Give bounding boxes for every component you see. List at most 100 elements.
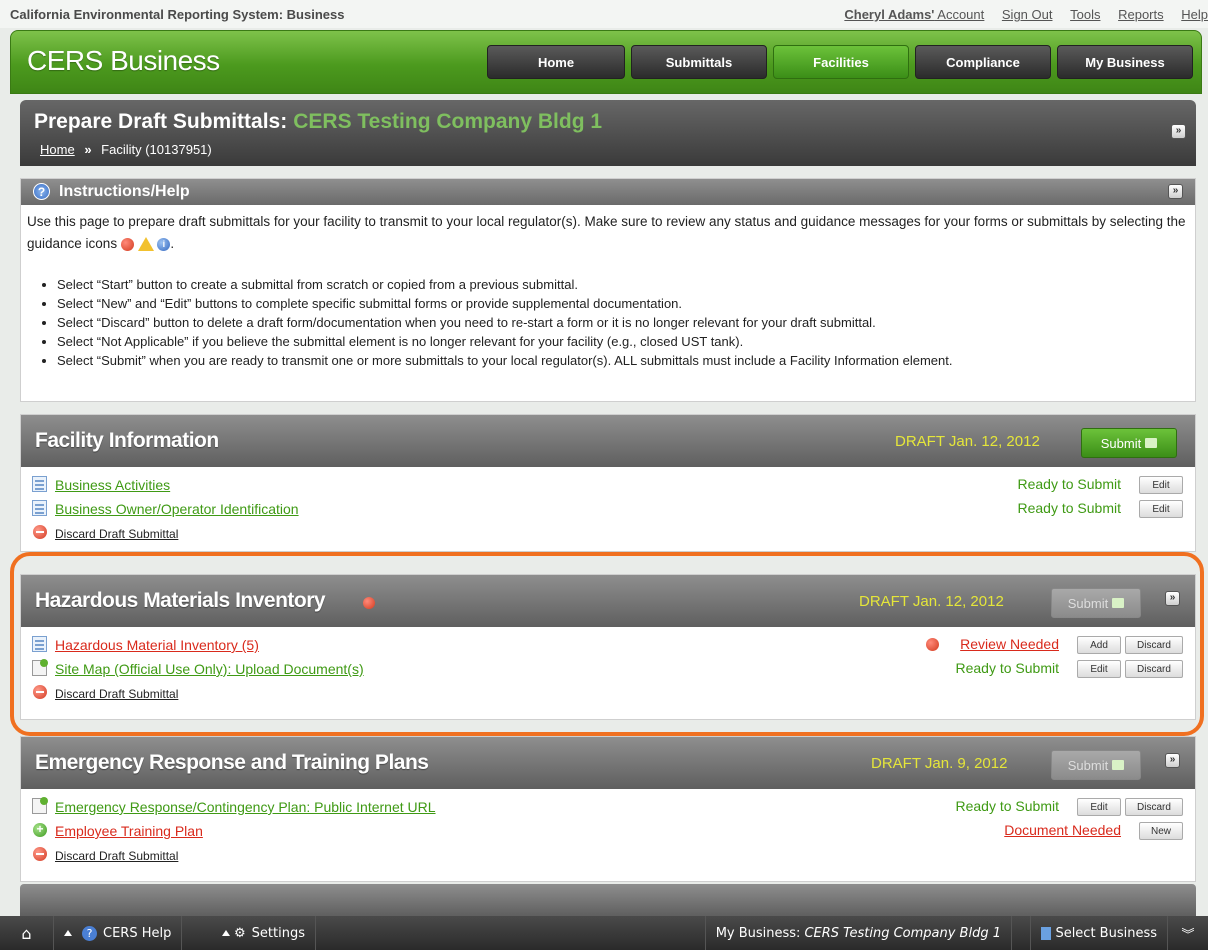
discard-button[interactable]: Discard xyxy=(1125,660,1183,678)
collapse-icon[interactable]: » xyxy=(1168,184,1183,199)
discard-draft-link[interactable]: Discard Draft Submittal xyxy=(55,687,178,701)
instructions-panel: ? Instructions/Help » Use this page to p… xyxy=(20,178,1196,402)
edit-button[interactable]: Edit xyxy=(1139,476,1183,494)
add-icon: + xyxy=(33,823,47,837)
list-item: Select “Discard” button to delete a draf… xyxy=(57,313,1189,332)
list-item: Select “Not Applicable” if you believe t… xyxy=(57,332,1189,351)
submit-icon xyxy=(1112,760,1125,770)
discard-icon xyxy=(33,847,47,861)
breadcrumb-home[interactable]: Home xyxy=(40,142,75,157)
bottom-toolbar: ⌂ ? CERS Help ⚙ Settings My Business: CER… xyxy=(0,916,1208,950)
breadcrumb-current: Facility (10137951) xyxy=(101,142,212,157)
nav-home[interactable]: Home xyxy=(487,45,625,79)
nav-my-business[interactable]: My Business xyxy=(1057,45,1193,79)
edit-button[interactable]: Edit xyxy=(1077,798,1121,816)
help-icon: ? xyxy=(82,925,97,941)
list-item: Select “Start” button to create a submit… xyxy=(57,275,1189,294)
reports-link[interactable]: Reports xyxy=(1118,7,1164,22)
status-text[interactable]: Document Needed xyxy=(1004,822,1121,838)
list-item: Emergency Response/Contingency Plan: Pub… xyxy=(21,795,1195,819)
section-hazardous-materials: Hazardous Materials Inventory DRAFT Jan.… xyxy=(20,574,1196,720)
section-facility-information: Facility Information DRAFT Jan. 12, 2012… xyxy=(20,414,1196,552)
list-item: Select “Submit” when you are ready to tr… xyxy=(57,351,1189,370)
list-item: Select “New” and “Edit” buttons to compl… xyxy=(57,294,1189,313)
section-header: Hazardous Materials Inventory DRAFT Jan.… xyxy=(21,575,1195,627)
discard-draft-link[interactable]: Discard Draft Submittal xyxy=(55,527,178,541)
document-link[interactable]: Site Map (Official Use Only): Upload Doc… xyxy=(55,661,364,677)
collapse-icon[interactable]: » xyxy=(1171,124,1186,139)
status-text: Ready to Submit xyxy=(955,798,1060,814)
discard-draft-link[interactable]: Discard Draft Submittal xyxy=(55,849,178,863)
warning-icon xyxy=(137,237,154,252)
edit-button[interactable]: Edit xyxy=(1139,500,1183,518)
section-header: Emergency Response and Training Plans DR… xyxy=(21,737,1195,789)
breadcrumb-separator: » xyxy=(84,142,92,157)
help-link[interactable]: Help xyxy=(1181,7,1208,22)
select-business-button[interactable]: Select Business xyxy=(1030,916,1168,950)
error-icon[interactable] xyxy=(363,597,375,609)
status-text: Ready to Submit xyxy=(1017,476,1122,492)
document-icon xyxy=(32,797,48,814)
status-text[interactable]: Review Needed xyxy=(960,636,1059,652)
section-title: Facility Information xyxy=(35,429,219,452)
system-title: California Environmental Reporting Syste… xyxy=(10,7,345,22)
section-header: Facility Information DRAFT Jan. 12, 2012… xyxy=(21,415,1195,467)
system-topbar: California Environmental Reporting Syste… xyxy=(0,0,1208,28)
form-link[interactable]: Business Activities xyxy=(55,477,170,493)
settings-button[interactable]: ⚙ Settings xyxy=(212,916,316,950)
collapse-icon[interactable]: » xyxy=(1165,753,1180,768)
form-icon xyxy=(32,636,47,652)
nav-compliance[interactable]: Compliance xyxy=(915,45,1051,79)
facility-name: CERS Testing Company Bldg 1 xyxy=(293,110,603,133)
edit-button[interactable]: Edit xyxy=(1077,660,1121,678)
brand-logo[interactable]: CERS Business xyxy=(27,45,220,77)
gear-icon: ⚙ xyxy=(234,925,246,941)
document-link[interactable]: Emergency Response/Contingency Plan: Pub… xyxy=(55,799,436,815)
instructions-title: Instructions/Help xyxy=(59,183,190,200)
submit-button[interactable]: Submit xyxy=(1081,428,1177,458)
instructions-list: Select “Start” button to create a submit… xyxy=(57,275,1189,370)
my-business-indicator: My Business: CERS Testing Company Bldg 1 xyxy=(704,916,1012,950)
nav-submittals[interactable]: Submittals xyxy=(631,45,767,79)
submit-button[interactable]: Submit xyxy=(1051,588,1141,618)
error-icon[interactable] xyxy=(926,638,939,651)
form-link[interactable]: Hazardous Material Inventory (5) xyxy=(55,637,259,653)
page-title-bar: Prepare Draft Submittals: CERS Testing Co… xyxy=(20,100,1196,166)
page-title: Prepare Draft Submittals: CERS Testing Co… xyxy=(34,110,603,133)
nav-facilities[interactable]: Facilities xyxy=(773,45,909,79)
document-link[interactable]: Employee Training Plan xyxy=(55,823,203,839)
section-emergency-response: Emergency Response and Training Plans DR… xyxy=(20,736,1196,882)
list-item: Business Activities Ready to Submit Edit xyxy=(21,473,1195,497)
help-icon: ? xyxy=(33,183,50,200)
sign-out-link[interactable]: Sign Out xyxy=(1002,7,1053,22)
tools-link[interactable]: Tools xyxy=(1070,7,1100,22)
collapse-icon[interactable]: » xyxy=(1165,591,1180,606)
list-item: Site Map (Official Use Only): Upload Doc… xyxy=(21,657,1195,681)
collapse-toolbar-icon[interactable]: ︾ xyxy=(1168,916,1208,950)
instructions-body: Use this page to prepare draft submittal… xyxy=(21,205,1195,370)
add-button[interactable]: Add xyxy=(1077,636,1121,654)
list-item: + Employee Training Plan Document Needed… xyxy=(21,819,1195,843)
submit-button[interactable]: Submit xyxy=(1051,750,1141,780)
expand-up-icon xyxy=(222,930,230,936)
breadcrumb: Home » Facility (10137951) xyxy=(40,142,212,157)
list-item: Discard Draft Submittal xyxy=(21,843,1195,867)
discard-button[interactable]: Discard xyxy=(1125,798,1183,816)
main-nav: Home Submittals Facilities Compliance My… xyxy=(487,45,1193,79)
account-links: Cheryl Adams' Account Sign Out Tools Rep… xyxy=(844,7,1208,22)
new-button[interactable]: New xyxy=(1139,822,1183,840)
info-icon: i xyxy=(157,237,171,251)
list-item: Business Owner/Operator Identification R… xyxy=(21,497,1195,521)
cers-help-button[interactable]: ? CERS Help xyxy=(54,916,183,950)
instructions-intro: Use this page to prepare draft submittal… xyxy=(27,214,1186,251)
discard-button[interactable]: Discard xyxy=(1125,636,1183,654)
form-link[interactable]: Business Owner/Operator Identification xyxy=(55,501,299,517)
submit-icon xyxy=(1112,598,1125,608)
draft-date: DRAFT Jan. 12, 2012 xyxy=(859,593,1004,610)
submit-icon xyxy=(1145,438,1158,448)
form-icon xyxy=(32,476,47,492)
account-link[interactable]: Cheryl Adams' Account xyxy=(844,7,984,22)
draft-date: DRAFT Jan. 9, 2012 xyxy=(871,755,1008,772)
instructions-header[interactable]: ? Instructions/Help » xyxy=(21,179,1195,205)
home-icon[interactable]: ⌂ xyxy=(0,916,54,950)
